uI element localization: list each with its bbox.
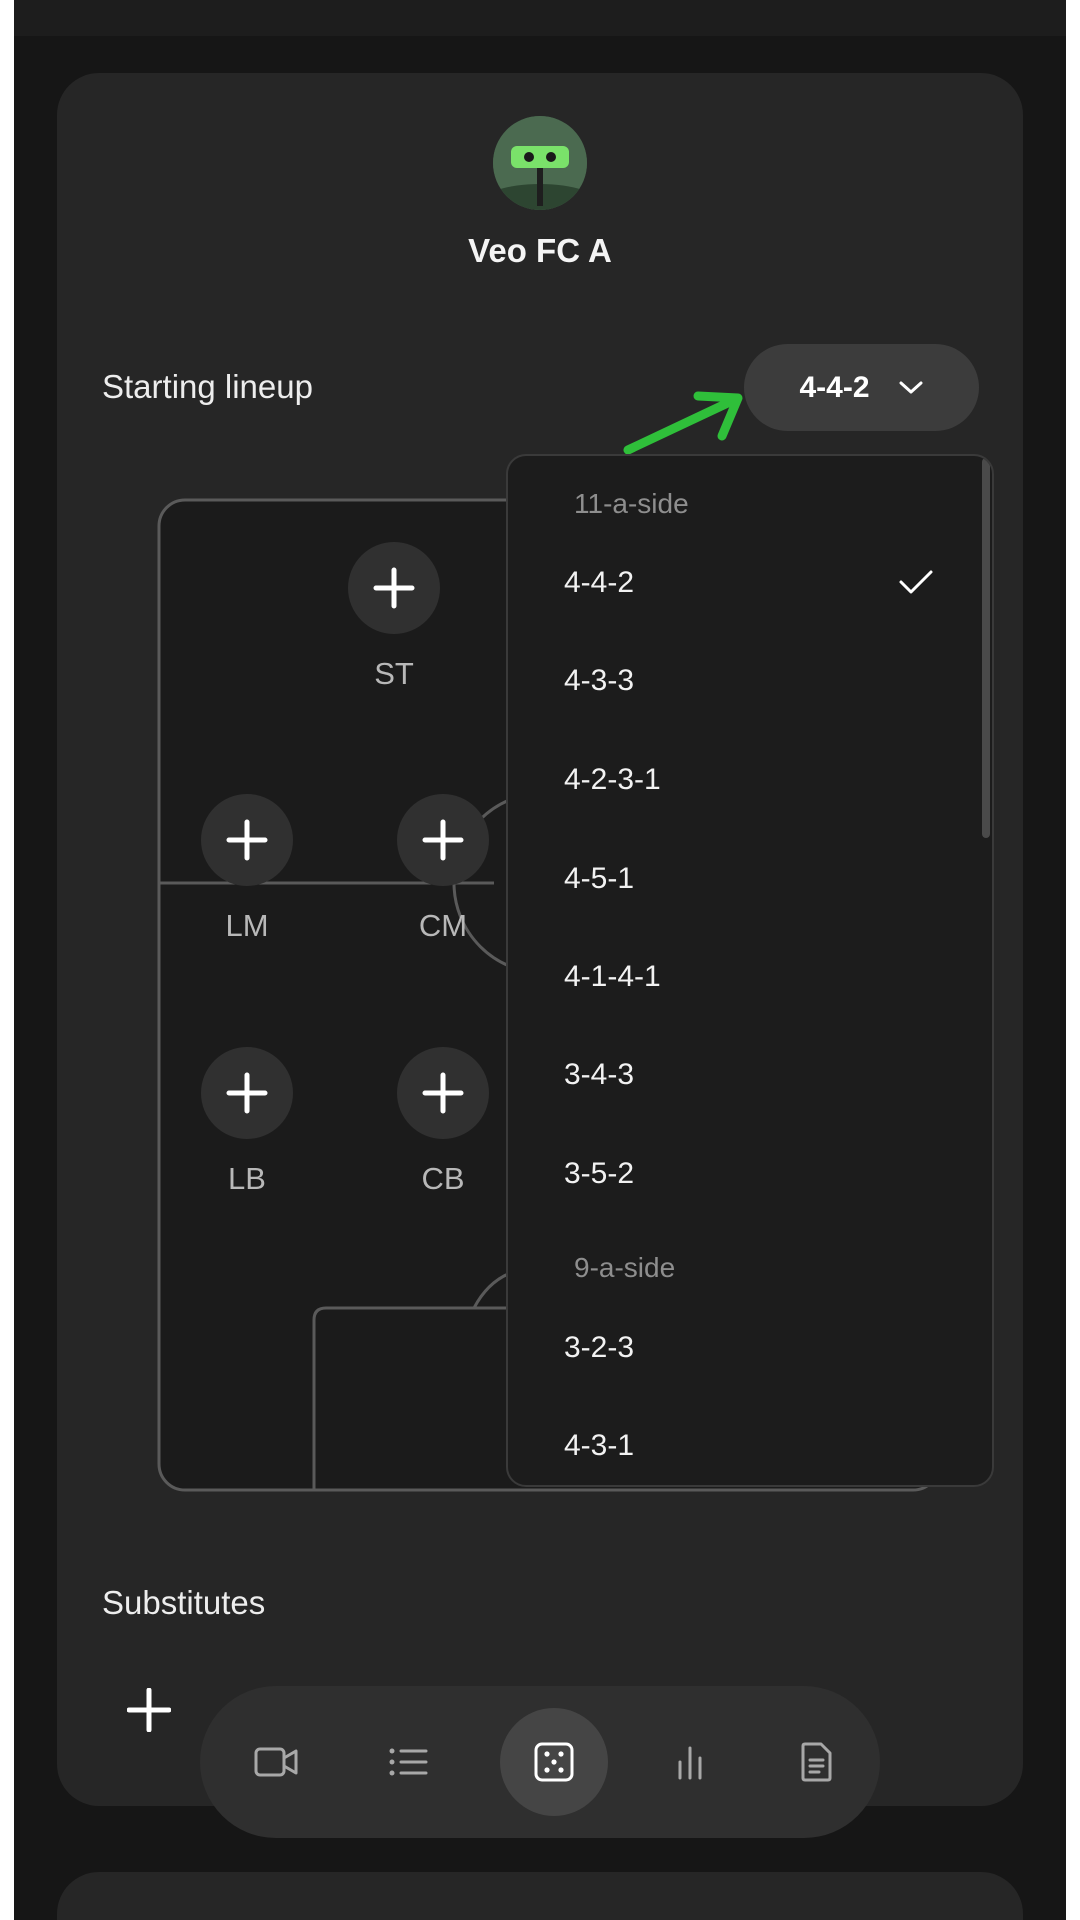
list-icon (389, 1748, 428, 1776)
position-slot-cm[interactable]: CM (396, 794, 490, 944)
option-label: 3-2-3 (564, 1331, 635, 1364)
position-label: CM (418, 908, 468, 943)
option-label: 4-5-1 (564, 862, 635, 895)
plus-icon (422, 1072, 464, 1114)
add-player-button[interactable] (201, 794, 293, 886)
position-label: ST (374, 656, 414, 691)
nav-list[interactable] (372, 1726, 444, 1798)
option-label: 4-3-1 (564, 1429, 635, 1462)
position-label: LM (225, 908, 269, 943)
add-player-button[interactable] (348, 542, 440, 634)
group-label-11-a-side: 11-a-side (574, 488, 689, 519)
bottom-navigation (200, 1686, 880, 1838)
formation-option[interactable]: 4-2-3-1 (508, 745, 978, 815)
dropdown-scrollbar[interactable] (982, 458, 990, 838)
formation-dropdown: 11-a-side 4-4-2 4-3-3 4-2-3-1 4-5-1 4-1-… (506, 454, 994, 1487)
formation-option[interactable]: 4-3-3 (508, 646, 978, 716)
formation-icon (534, 1742, 574, 1782)
plus-icon (226, 819, 268, 861)
position-slot-st[interactable]: ST (347, 542, 441, 692)
plus-icon (226, 1072, 268, 1114)
option-label: 4-3-3 (564, 664, 635, 697)
add-substitute-button[interactable] (126, 1687, 172, 1737)
formation-option[interactable]: 3-4-3 (508, 1040, 978, 1110)
plus-icon (126, 1687, 172, 1733)
video-camera-icon (254, 1747, 298, 1777)
plus-icon (373, 567, 415, 609)
plus-icon (422, 819, 464, 861)
nav-formation[interactable] (500, 1708, 608, 1816)
nav-video[interactable] (240, 1726, 312, 1798)
group-label-9-a-side: 9-a-side (574, 1252, 676, 1283)
formation-option[interactable]: 4-1-4-1 (508, 942, 978, 1012)
option-label: 3-4-3 (564, 1058, 635, 1091)
position-label: LB (228, 1161, 266, 1196)
add-player-button[interactable] (397, 794, 489, 886)
formation-option[interactable]: 4-4-2 (508, 548, 978, 618)
app-screen: Veo FC A Starting lineup 4-4-2 ST LM CM (14, 0, 1066, 1920)
option-label: 4-1-4-1 (564, 960, 661, 993)
formation-option[interactable]: 4-3-1 (508, 1411, 978, 1481)
nav-stats[interactable] (654, 1726, 726, 1798)
formation-option[interactable]: 4-5-1 (508, 844, 978, 914)
nav-report[interactable] (780, 1726, 852, 1798)
position-slot-cb[interactable]: CB (396, 1047, 490, 1197)
bar-chart-icon (678, 1746, 702, 1780)
option-label: 4-4-2 (564, 566, 635, 599)
formation-option[interactable]: 3-2-3 (508, 1313, 978, 1383)
position-slot-lb[interactable]: LB (200, 1047, 294, 1197)
add-player-button[interactable] (201, 1047, 293, 1139)
check-icon (899, 570, 933, 594)
option-label: 4-2-3-1 (564, 763, 661, 796)
position-slot-lm[interactable]: LM (200, 794, 294, 944)
formation-option[interactable]: 3-5-2 (508, 1139, 978, 1209)
annotation-arrow-icon (623, 391, 743, 455)
position-label: CB (421, 1161, 465, 1196)
document-icon (801, 1742, 832, 1782)
add-player-button[interactable] (397, 1047, 489, 1139)
substitutes-title: Substitutes (102, 1584, 266, 1621)
option-label: 3-5-2 (564, 1157, 635, 1190)
